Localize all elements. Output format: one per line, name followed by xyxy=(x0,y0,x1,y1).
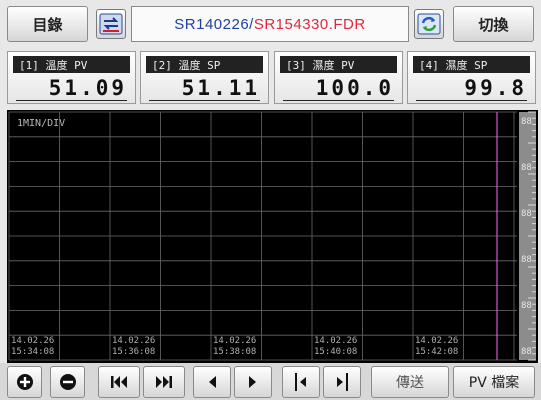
time-label-time: 15:38:08 xyxy=(213,347,256,357)
scale-label: 88 xyxy=(521,255,532,265)
pv-file-button[interactable]: PV 檔案 xyxy=(453,366,535,398)
channel-panel-1[interactable]: [1] 溫度 PV 51.09 xyxy=(7,51,136,104)
cursor-right-button[interactable] xyxy=(323,366,361,398)
cursor-left-button[interactable] xyxy=(282,366,320,398)
send-button-label: 傳送 xyxy=(396,375,424,391)
file-name-text: SR154330.FDR xyxy=(253,15,366,33)
skip-first-icon xyxy=(111,376,127,388)
channel-4-value: 99.8 xyxy=(464,76,527,100)
channel-1-label: [1] 溫度 PV xyxy=(13,56,130,73)
zoom-out-button[interactable] xyxy=(50,366,85,398)
refresh-icon xyxy=(417,13,441,35)
switch-button-label: 切換 xyxy=(478,15,509,34)
skip-last-icon xyxy=(156,376,172,388)
channel-2-label: [2] 溫度 SP xyxy=(146,56,263,73)
scale-label: 88 xyxy=(521,347,532,357)
switch-button[interactable]: 切換 xyxy=(453,6,534,42)
cursor-left-icon xyxy=(295,373,306,391)
first-page-button[interactable] xyxy=(98,366,140,398)
next-icon xyxy=(249,376,256,388)
time-label-time: 15:36:08 xyxy=(112,347,155,357)
scale-label: 88 xyxy=(521,117,532,127)
last-page-button[interactable] xyxy=(143,366,185,398)
right-scale: 88 88 88 88 88 88 xyxy=(519,111,536,361)
scale-label: 88 xyxy=(521,163,532,173)
time-label-time: 15:42:08 xyxy=(415,347,458,357)
cursor-right-icon xyxy=(337,373,348,391)
trend-chart[interactable]: 1MIN/DIV 888888888888 14.02.2615:34:0814… xyxy=(7,110,538,363)
chart-div-label: 1MIN/DIV xyxy=(17,118,65,129)
time-label-date: 14.02.26 xyxy=(314,336,357,346)
menu-button[interactable]: 目錄 xyxy=(7,6,88,42)
file-transfer-icon xyxy=(99,13,123,35)
file-folder-text: SR140226/ xyxy=(174,15,254,33)
prev-icon xyxy=(209,376,216,388)
file-name-display: SR140226/ SR154330.FDR xyxy=(131,6,409,42)
prev-button[interactable] xyxy=(193,366,231,398)
minus-circle-icon xyxy=(59,374,76,390)
channel-panel-4[interactable]: [4] 濕度 SP 99.8 xyxy=(407,51,536,104)
channel-2-value: 51.11 xyxy=(181,76,260,100)
scale-label: 88 xyxy=(521,209,532,219)
time-label-date: 14.02.26 xyxy=(213,336,256,346)
time-label-date: 14.02.26 xyxy=(11,336,54,346)
zoom-in-button[interactable] xyxy=(7,366,42,398)
refresh-button[interactable] xyxy=(414,9,444,39)
time-label-date: 14.02.26 xyxy=(112,336,155,346)
send-button[interactable]: 傳送 xyxy=(371,366,449,398)
time-label-time: 15:40:08 xyxy=(314,347,357,357)
pv-file-button-label: PV 檔案 xyxy=(468,375,520,391)
plus-circle-icon xyxy=(16,374,33,390)
channel-4-label: [4] 濕度 SP xyxy=(413,56,530,73)
channel-3-value: 100.0 xyxy=(315,76,394,100)
channel-3-label: [3] 濕度 PV xyxy=(280,56,397,73)
time-label-date: 14.02.26 xyxy=(415,336,458,346)
file-transfer-button[interactable] xyxy=(96,9,126,39)
menu-button-label: 目錄 xyxy=(32,15,63,34)
channel-panel-2[interactable]: [2] 溫度 SP 51.11 xyxy=(140,51,269,104)
channel-panel-3[interactable]: [3] 濕度 PV 100.0 xyxy=(274,51,403,104)
scale-label: 88 xyxy=(521,301,532,311)
next-button[interactable] xyxy=(234,366,272,398)
channel-1-value: 51.09 xyxy=(48,76,127,100)
time-label-time: 15:34:08 xyxy=(11,347,54,357)
